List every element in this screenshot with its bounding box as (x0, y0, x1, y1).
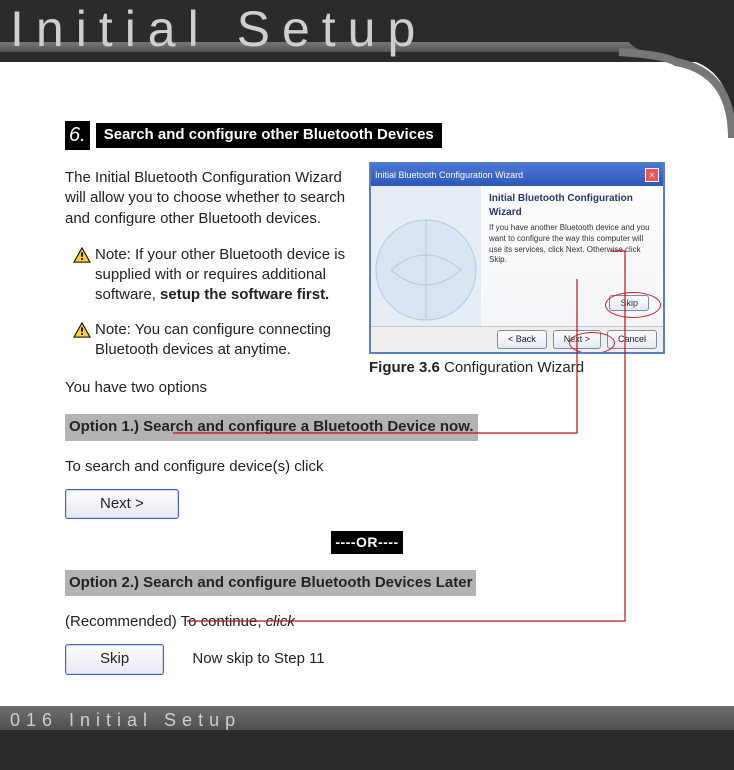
option-2-instruction-pre: (Recommended) To continue, (65, 613, 266, 630)
option-2-heading: Option 2.) Search and configure Bluetoot… (65, 570, 476, 596)
two-options-line: You have two options (65, 376, 355, 400)
figure-window-body: Initial Bluetooth Configuration Wizard I… (371, 186, 663, 326)
next-button[interactable]: Next > (65, 489, 179, 519)
figure-caption-text: Configuration Wizard (440, 359, 584, 376)
figure-label: Figure 3.6 (369, 359, 440, 376)
two-column-layout: The Initial Bluetooth Configuration Wiza… (65, 162, 669, 404)
intro-paragraph: The Initial Bluetooth Configuration Wiza… (65, 166, 355, 231)
figure-next-button[interactable]: Next > (553, 330, 601, 348)
footer-dark-band (0, 730, 734, 770)
figure-button-row: < Back Next > Cancel (371, 326, 663, 352)
option-1-heading: Option 1.) Search and configure a Blueto… (65, 414, 478, 440)
figure-main-panel: Initial Bluetooth Configuration Wizard I… (481, 186, 663, 326)
note-1: Note: If your other Bluetooth device is … (65, 245, 355, 306)
figure-back-button[interactable]: < Back (497, 330, 547, 348)
step-header-row: 6. Search and configure other Bluetooth … (65, 121, 669, 150)
figure-skip-button[interactable]: Skip (609, 295, 649, 311)
figure-caption: Figure 3.6 Configuration Wizard (369, 358, 669, 378)
note-1-bold: setup the software first. (160, 286, 329, 303)
note-1-text: Note: If your other Bluetooth device is … (95, 245, 355, 306)
step-number-badge: 6. (65, 121, 90, 150)
option-2-instruction: (Recommended) To continue, click (65, 610, 669, 634)
note-2: Note: You can configure connecting Bluet… (65, 320, 355, 361)
or-divider: ----OR---- (331, 531, 402, 554)
figure-screenshot: Initial Bluetooth Configuration Wizard ×… (369, 162, 665, 354)
figure-body-heading: Initial Bluetooth Configuration Wizard (489, 192, 655, 219)
warning-icon (73, 247, 91, 263)
page-body: 6. Search and configure other Bluetooth … (20, 80, 714, 710)
close-icon: × (645, 168, 659, 182)
figure-column: Initial Bluetooth Configuration Wizard ×… (369, 162, 669, 404)
figure-cancel-button[interactable]: Cancel (607, 330, 657, 348)
option-1-instruction: To search and configure device(s) click (65, 455, 669, 479)
step-heading: Search and configure other Bluetooth Dev… (96, 123, 442, 147)
text-column: The Initial Bluetooth Configuration Wiza… (65, 162, 355, 404)
option-2-instruction-ital: click (266, 613, 295, 630)
skip-button[interactable]: Skip (65, 644, 164, 674)
figure-body-text: If you have another Bluetooth device and… (489, 223, 655, 266)
note-2-text: Note: You can configure connecting Bluet… (95, 320, 355, 361)
header-corner-curve (614, 0, 734, 140)
figure-side-graphic (371, 186, 481, 326)
warning-icon (73, 322, 91, 338)
skip-followup-text: Now skip to Step 11 (192, 649, 324, 669)
footer-text: 016 Initial Setup (10, 710, 241, 731)
page-title: Initial Setup (10, 0, 427, 58)
